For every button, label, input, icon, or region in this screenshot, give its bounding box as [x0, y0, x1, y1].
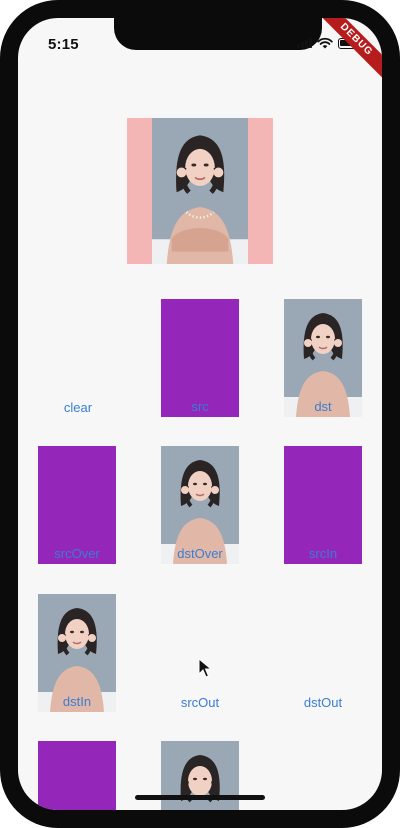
- mode-srcover-cell: srcOver: [38, 446, 116, 564]
- mode-srcout-label: srcOut: [180, 695, 220, 710]
- cursor-icon: [198, 658, 212, 678]
- mode-dstover-label: dstOver: [177, 546, 223, 561]
- mode-srcover-label: srcOver: [54, 546, 100, 561]
- mode-dstover-cell: dstOver: [161, 446, 239, 564]
- status-time: 5:15: [48, 36, 79, 53]
- home-indicator[interactable]: [135, 795, 265, 800]
- mode-srcin-cell: srcIn: [284, 446, 362, 564]
- mode-dstin-cell: dstIn: [38, 594, 116, 712]
- portrait-photo: [152, 118, 248, 264]
- mode-clear-label: clear: [63, 400, 93, 415]
- mode-srcin-label: srcIn: [308, 546, 338, 561]
- wifi-icon: [317, 37, 333, 49]
- notch: [114, 18, 322, 50]
- signal-icon: [297, 38, 312, 48]
- mode-dstout-label: dstOut: [303, 695, 343, 710]
- mode-dst-cell: dst: [284, 299, 362, 417]
- mode-src-cell: src: [161, 299, 239, 417]
- mode-row4-purple-cell: [38, 741, 116, 810]
- mode-dstin-label: dstIn: [62, 694, 92, 709]
- app-screen: 5:15 DEBUG clear src dst srcOver dstOver…: [18, 18, 382, 810]
- mode-src-label: src: [191, 399, 209, 414]
- device-frame: 5:15 DEBUG clear src dst srcOver dstOver…: [0, 0, 400, 828]
- hero-image: [127, 118, 273, 264]
- mode-dst-label: dst: [314, 399, 332, 414]
